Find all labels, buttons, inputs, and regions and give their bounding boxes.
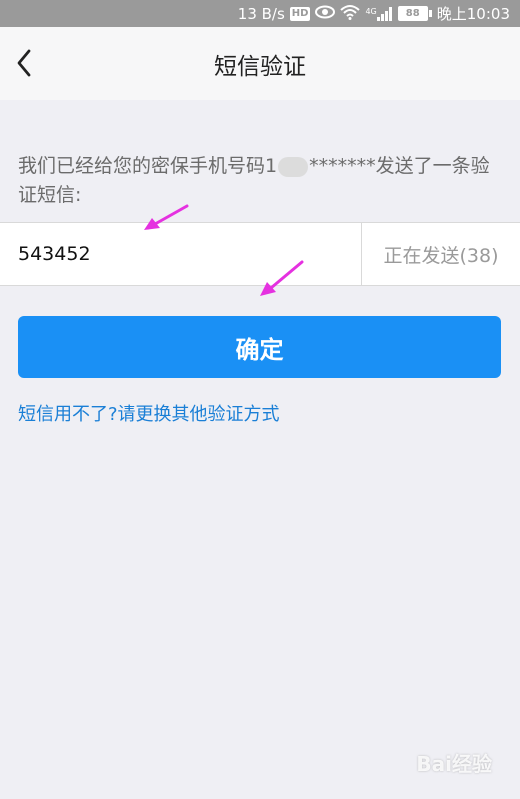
network-speed: 13 B/s [237,4,285,23]
annotation-arrow-icon [260,260,304,296]
back-button[interactable] [6,45,42,81]
page-title: 短信验证 [214,53,306,80]
nav-bar: 短信验证 [0,27,520,100]
baidu-watermark: Bai经验 [416,752,492,776]
hd-icon: HD [289,6,311,21]
chevron-left-icon [17,49,31,77]
wifi-icon [340,4,361,24]
eye-icon [315,5,336,23]
confirm-button[interactable]: 确定 [18,316,501,378]
switch-verification-method-link[interactable]: 短信用不了?请更换其他验证方式 [18,400,280,426]
message-masked: ******* [309,155,376,177]
battery-icon: 88 [397,6,432,21]
masked-number-blur [278,156,309,177]
sms-sent-message: 我们已经给您的密保手机号码1 *******发送了一条验证短信: [18,152,508,210]
resend-code-button[interactable]: 正在发送(38) [361,223,520,285]
status-bar: 13 B/s HD 4G 88 晚上10:03 [0,0,520,27]
annotation-arrow-icon [144,204,189,230]
clock: 晚上10:03 [436,5,510,23]
message-prefix: 我们已经给您的密保手机号码1 [18,155,278,177]
signal-icon: 4G [365,6,392,21]
